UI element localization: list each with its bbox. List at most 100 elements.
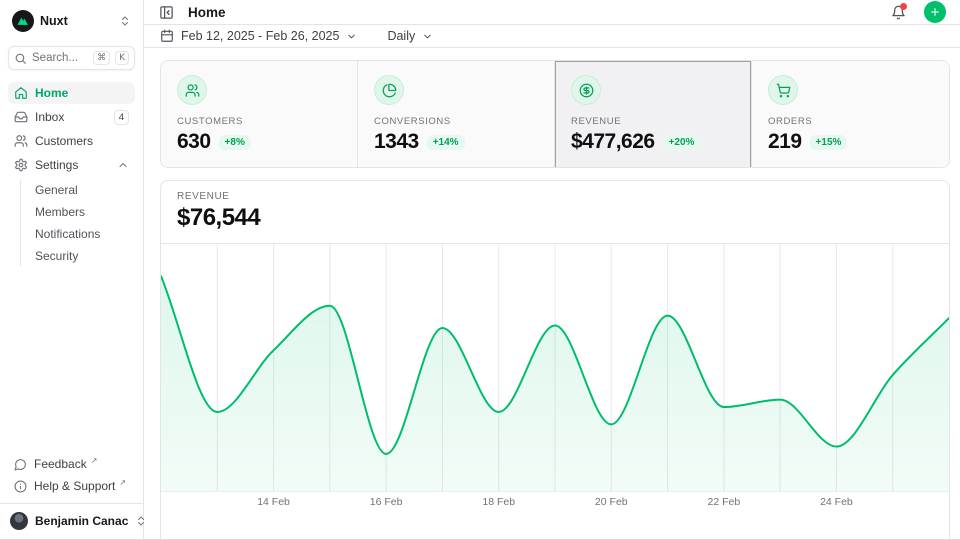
stat-icon-circle: [768, 75, 798, 105]
shopping-cart-icon: [776, 83, 791, 98]
help-support-link[interactable]: Help & Support ↗: [8, 475, 135, 497]
stat-delta-badge: +20%: [663, 135, 701, 150]
stat-card-revenue[interactable]: REVENUE $477,626 +20%: [555, 61, 752, 168]
filters-toolbar: Feb 12, 2025 - Feb 26, 2025 Daily: [144, 25, 960, 48]
home-icon: [14, 86, 28, 100]
page-title: Home: [188, 5, 876, 20]
notifications-button[interactable]: [886, 0, 910, 24]
stat-label: ORDERS: [768, 116, 933, 127]
stat-card-customers[interactable]: CUSTOMERS 630 +8%: [161, 61, 358, 168]
x-axis-label: 20 Feb: [595, 496, 628, 508]
chart-x-axis: 14 Feb 16 Feb 18 Feb 20 Feb 22 Feb 24 Feb: [161, 491, 949, 513]
feedback-link[interactable]: Feedback ↗: [8, 453, 135, 475]
stat-value: $477,626: [571, 130, 655, 154]
chevron-down-icon: [422, 31, 433, 42]
sidebar-subitem-general[interactable]: General: [31, 180, 135, 200]
inbox-count-badge: 4: [114, 110, 129, 125]
granularity-select[interactable]: Daily: [379, 25, 441, 47]
sidebar-item-inbox[interactable]: Inbox 4: [8, 106, 135, 128]
stat-card-conversions[interactable]: CONVERSIONS 1343 +14%: [358, 61, 555, 168]
workspace-selector[interactable]: Nuxt: [8, 8, 135, 34]
nuxt-logo-icon: [12, 10, 34, 32]
app-window: Nuxt Search... ⌘ K Home Inbox 4 Customers Se…: [0, 0, 960, 540]
page-header: Home: [144, 0, 960, 25]
user-name: Benjamin Canac: [35, 514, 128, 528]
panel-left-close-icon: [159, 5, 174, 20]
sidebar-subitem-security[interactable]: Security: [31, 246, 135, 266]
message-circle-icon: [14, 458, 27, 471]
add-button[interactable]: [924, 1, 946, 23]
inbox-icon: [14, 110, 28, 124]
chart-label: REVENUE: [177, 191, 933, 202]
users-icon: [185, 83, 200, 98]
stat-icon-circle: [177, 75, 207, 105]
sidebar-item-label: Home: [35, 86, 129, 100]
workspace-name: Nuxt: [40, 14, 113, 28]
search-placeholder: Search...: [32, 52, 88, 64]
sidebar-spacer: [8, 268, 135, 453]
sidebar-item-label: Settings: [35, 158, 110, 172]
sidebar: Nuxt Search... ⌘ K Home Inbox 4 Customers Se…: [0, 0, 144, 540]
sidebar-item-home[interactable]: Home: [8, 82, 135, 104]
chart-pie-icon: [382, 83, 397, 98]
avatar: [10, 512, 28, 530]
info-circle-icon: [14, 480, 27, 493]
search-icon: [14, 52, 27, 65]
stat-value: 1343: [374, 130, 419, 154]
sidebar-subitem-notifications[interactable]: Notifications: [31, 224, 135, 244]
content: CUSTOMERS 630 +8% CONVERSIONS 1343 +14% REVENU…: [144, 48, 960, 540]
revenue-chart-card: REVENUE $76,544 14 Feb 16 Feb 18 Feb 20 Feb…: [160, 180, 950, 540]
gear-icon: [14, 158, 28, 172]
plus-icon: [929, 6, 941, 18]
x-axis-label: 14 Feb: [257, 496, 290, 508]
stats-row: CUSTOMERS 630 +8% CONVERSIONS 1343 +14% REVENU…: [160, 60, 950, 168]
chevron-up-icon: [117, 159, 129, 171]
stat-card-orders[interactable]: ORDERS 219 +15%: [752, 61, 949, 168]
circle-dollar-icon: [579, 83, 594, 98]
stat-value: 630: [177, 130, 211, 154]
granularity-value: Daily: [387, 29, 415, 43]
stat-delta-badge: +15%: [810, 135, 848, 150]
chart-header: REVENUE $76,544: [161, 181, 949, 244]
sidebar-item-label: Customers: [35, 134, 129, 148]
stat-delta-badge: +8%: [219, 135, 251, 150]
stat-label: CUSTOMERS: [177, 116, 341, 127]
kbd-k: K: [115, 51, 129, 66]
calendar-icon: [160, 29, 174, 43]
settings-sub-menu: GeneralMembersNotificationsSecurity: [20, 180, 135, 266]
chevrons-up-down-icon: [119, 15, 131, 27]
sidebar-item-settings[interactable]: Settings: [8, 154, 135, 176]
collapse-sidebar-button[interactable]: [154, 0, 178, 24]
date-range-value: Feb 12, 2025 - Feb 26, 2025: [181, 29, 339, 43]
x-axis-label: 18 Feb: [482, 496, 515, 508]
x-axis-label: 22 Feb: [707, 496, 740, 508]
users-icon: [14, 134, 28, 148]
sidebar-item-customers[interactable]: Customers: [8, 130, 135, 152]
stat-delta-badge: +14%: [427, 135, 465, 150]
sidebar-footer-links: Feedback ↗ Help & Support ↗: [8, 453, 135, 497]
stat-label: CONVERSIONS: [374, 116, 538, 127]
revenue-area-chart: [161, 244, 949, 491]
stat-label: REVENUE: [571, 116, 735, 127]
notification-dot: [900, 3, 907, 10]
footer-link-label: Help & Support: [34, 479, 115, 493]
stat-icon-circle: [571, 75, 601, 105]
main-area: Home Feb 12, 2025 - Feb 26, 2025 Daily C…: [144, 0, 960, 540]
chart-value: $76,544: [177, 204, 933, 232]
chevron-down-icon: [346, 31, 357, 42]
search-input[interactable]: Search... ⌘ K: [8, 46, 135, 70]
user-menu[interactable]: Benjamin Canac: [0, 503, 143, 532]
external-link-icon: ↗: [91, 456, 98, 465]
x-axis-label: 24 Feb: [820, 496, 853, 508]
footer-link-label: Feedback: [34, 457, 87, 471]
stat-icon-circle: [374, 75, 404, 105]
stat-value: 219: [768, 130, 802, 154]
x-axis-label: 16 Feb: [370, 496, 403, 508]
chart-plot: [161, 244, 949, 491]
sidebar-subitem-members[interactable]: Members: [31, 202, 135, 222]
external-link-icon: ↗: [119, 478, 126, 487]
sidebar-nav: Home Inbox 4 Customers Settings GeneralMember…: [8, 82, 135, 268]
kbd-meta: ⌘: [93, 51, 110, 66]
date-range-picker[interactable]: Feb 12, 2025 - Feb 26, 2025: [152, 25, 365, 47]
sidebar-item-label: Inbox: [35, 110, 107, 124]
